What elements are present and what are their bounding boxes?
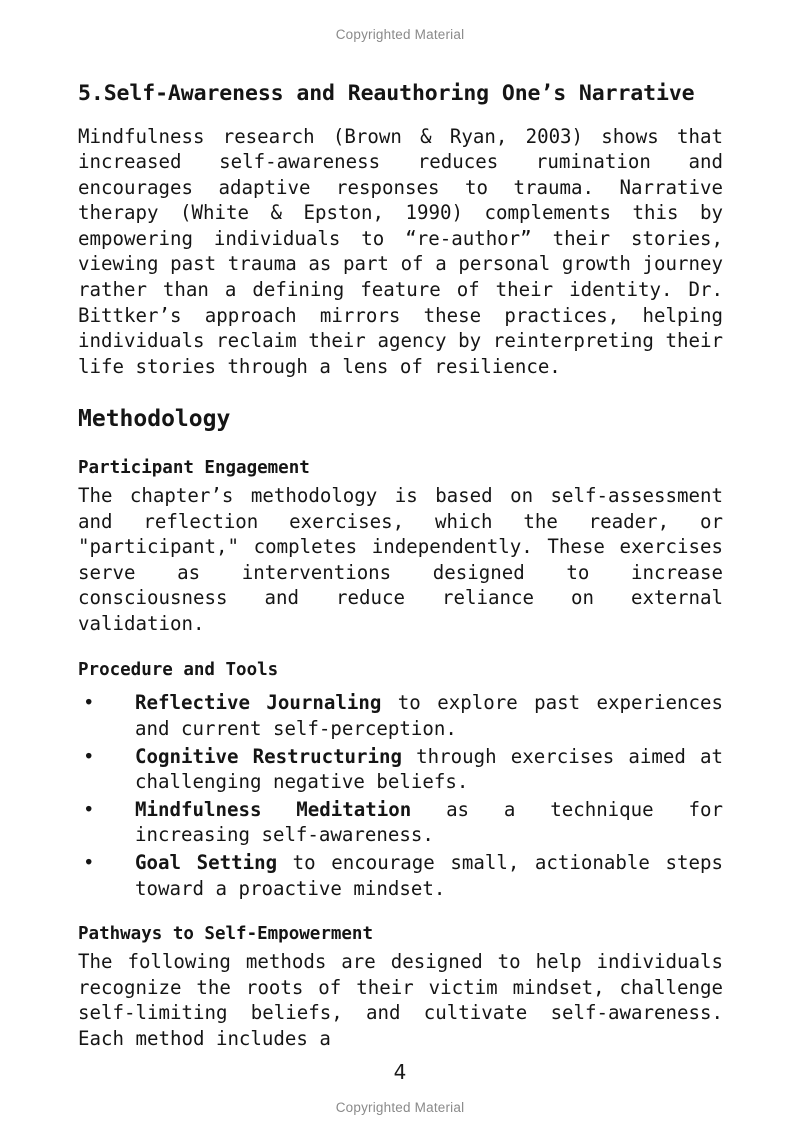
intro-paragraph: Mindfulness research (Brown & Ryan, 2003… — [78, 124, 723, 378]
list-item: • Goal Setting to encourage small, actio… — [78, 850, 723, 901]
pathways-paragraph: The following methods are designed to he… — [78, 949, 723, 1050]
list-item-term: Cognitive Restructuring — [135, 744, 403, 768]
procedure-bullet-list: • Reflective Journaling to explore past … — [78, 690, 723, 901]
list-item: • Reflective Journaling to explore past … — [78, 690, 723, 741]
list-item: • Mindfulness Meditation as a technique … — [78, 797, 723, 848]
methodology-heading: Methodology — [78, 406, 231, 433]
book-page: Copyrighted Material 5.Self-Awareness an… — [0, 0, 800, 1143]
numbered-section-heading: 5.Self-Awareness and Reauthoring One’s N… — [78, 81, 695, 106]
text-column: 5.Self-Awareness and Reauthoring One’s N… — [78, 80, 723, 1051]
running-footer-copyright-mark: Copyrighted Material — [335, 1100, 465, 1115]
bullet-point-icon: • — [83, 691, 95, 715]
list-item: • Cognitive Restructuring through exerci… — [78, 744, 723, 795]
list-item-term: Goal Setting — [135, 850, 278, 874]
participant-engagement-paragraph: The chapter’s methodology is based on se… — [78, 484, 723, 636]
bullet-point-icon: • — [83, 744, 95, 768]
running-header-copyright-mark: Copyrighted Material — [335, 27, 465, 42]
bullet-point-icon: • — [83, 850, 95, 874]
pathways-heading: Pathways to Self-Empowerment — [78, 924, 374, 945]
procedure-and-tools-heading: Procedure and Tools — [78, 659, 279, 680]
participant-engagement-heading: Participant Engagement — [78, 458, 310, 479]
list-item-term: Mindfulness Meditation — [135, 797, 412, 821]
list-item-term: Reflective Journaling — [135, 691, 382, 715]
bullet-point-icon: • — [83, 797, 95, 821]
page-number: 4 — [393, 1060, 407, 1084]
